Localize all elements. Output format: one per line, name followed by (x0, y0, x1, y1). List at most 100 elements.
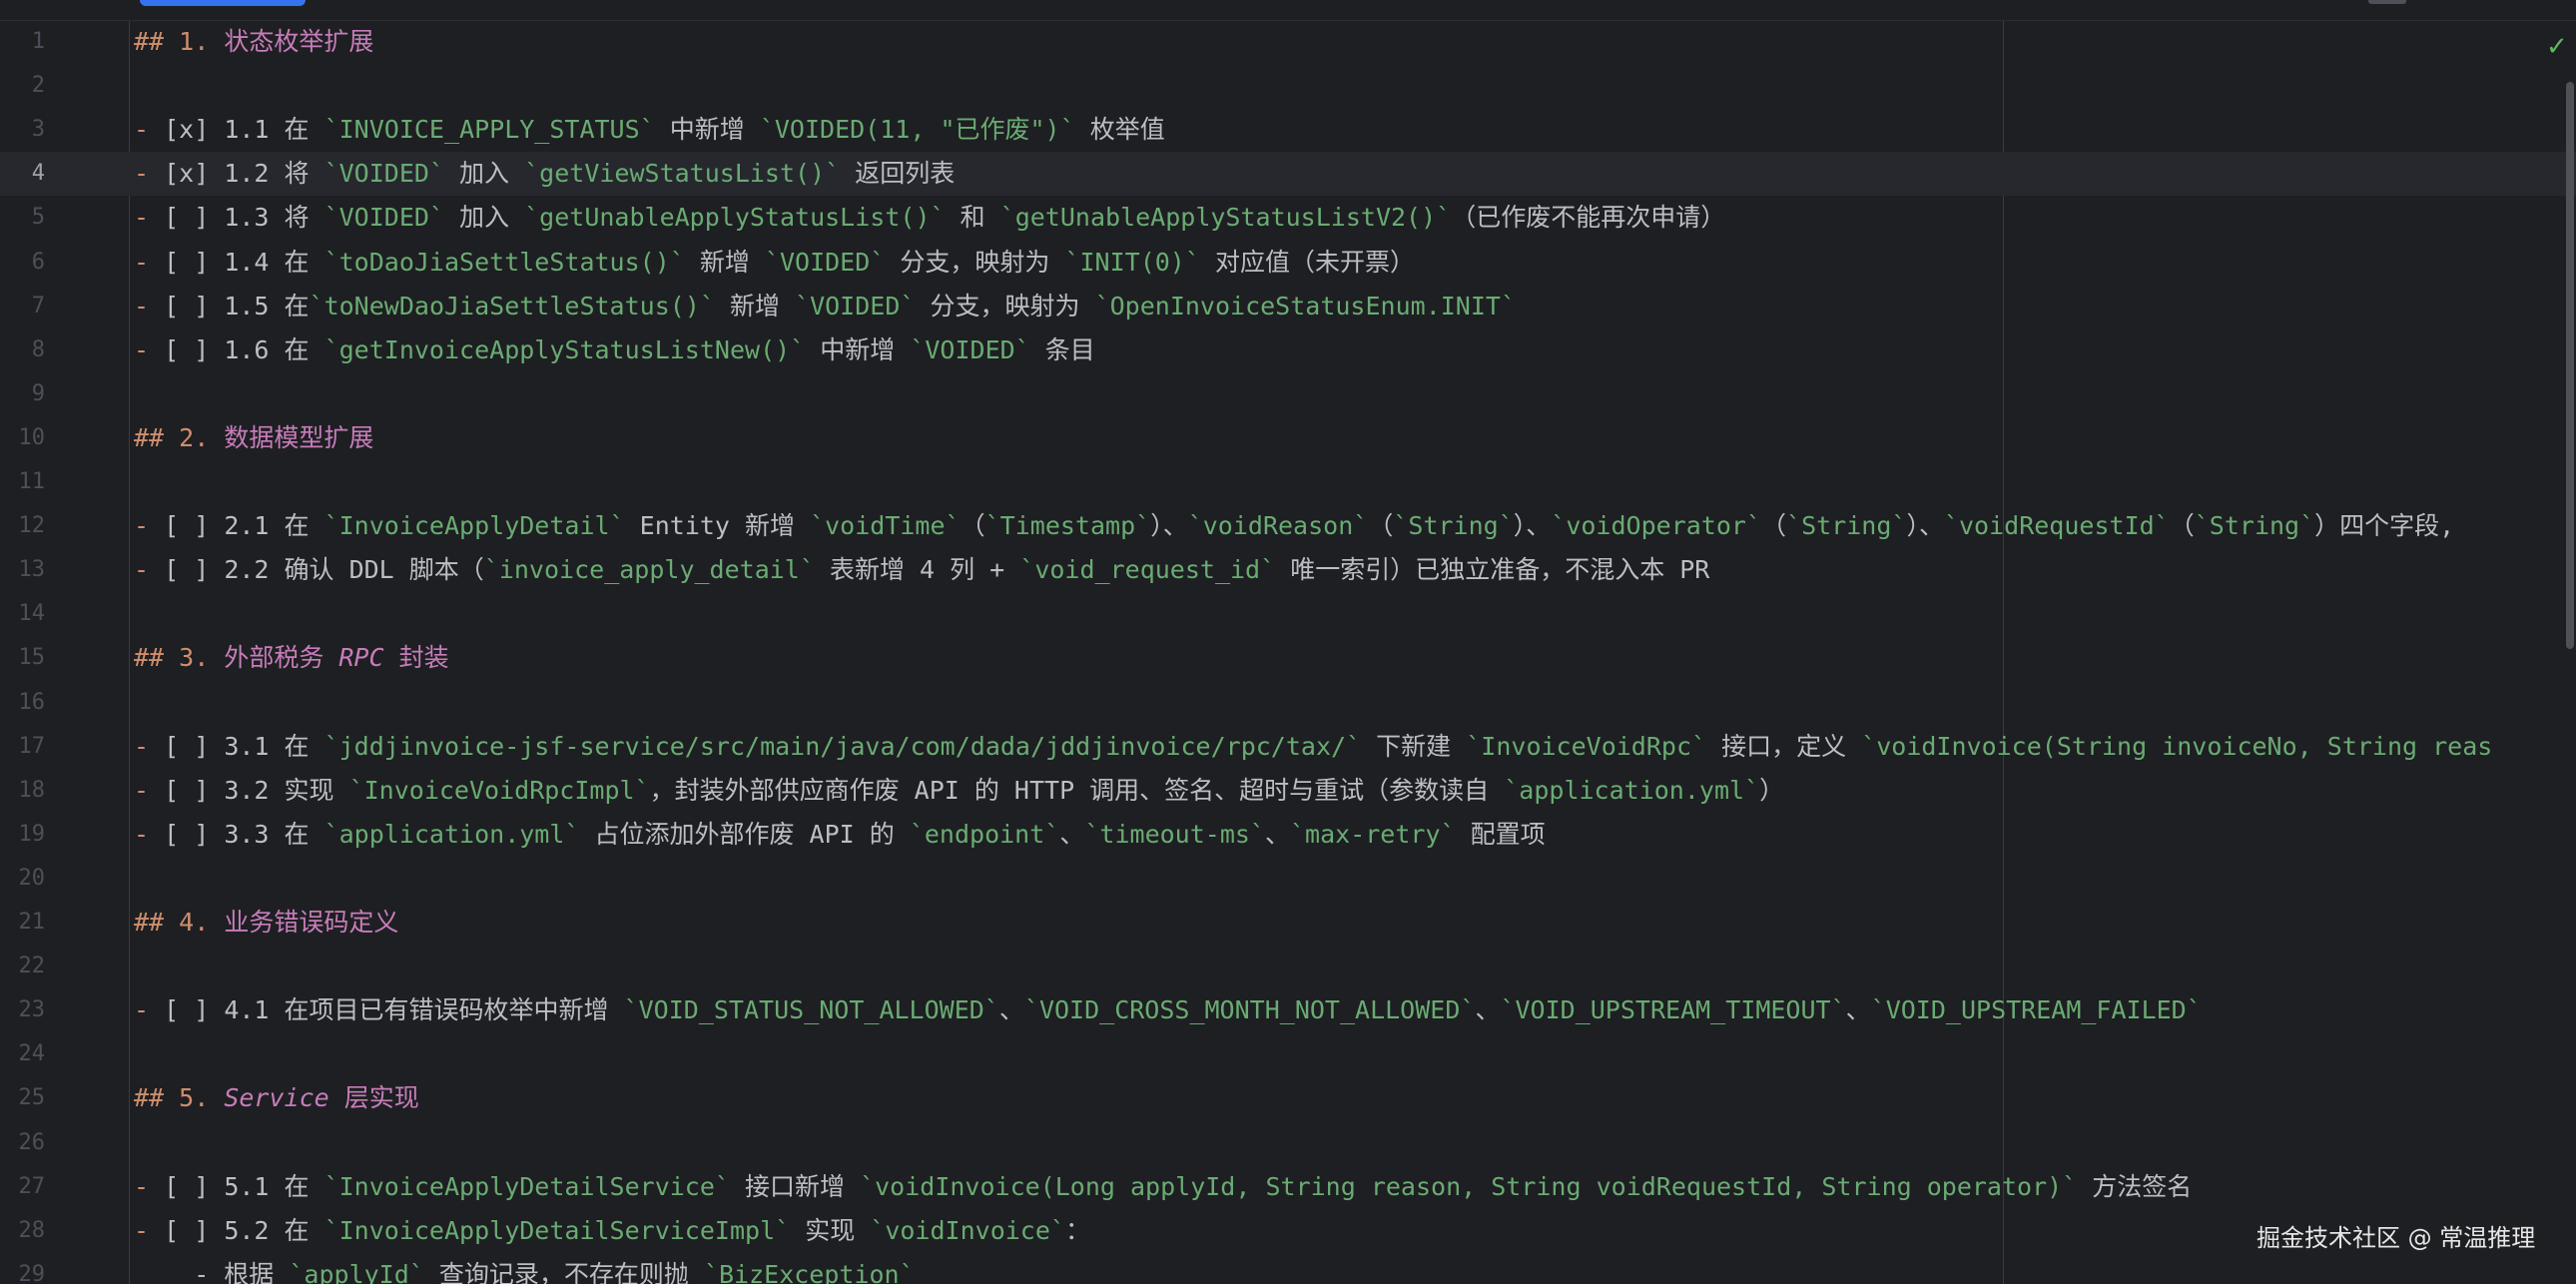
line-number: 3 (31, 117, 45, 143)
watermark: 掘金技术社区 @ 常温推理 (2256, 1224, 2536, 1252)
editor-line[interactable]: 28 - [ ] 5.2 在 `InvoiceApplyDetailService… (0, 1209, 2576, 1253)
text-token: [ ] 5.1 在 (164, 1171, 324, 1201)
heading-token: 层实现 (328, 1083, 419, 1113)
editor-line[interactable]: 26 (0, 1121, 2576, 1165)
editor-line[interactable]: 27 - [ ] 5.1 在 `InvoiceApplyDetailService… (0, 1165, 2576, 1209)
line-number: 4 (31, 161, 45, 187)
text-token: [ ] 2.1 在 (164, 511, 324, 541)
vertical-scrollbar[interactable] (2566, 82, 2574, 649)
text-token: ） (1759, 775, 1785, 805)
editor-line[interactable]: 8 - [ ] 1.6 在 `getInvoiceApplyStatusListN… (0, 328, 2576, 372)
line-code[interactable]: - [ ] 2.2 确认 DDL 脚本（`invoice_apply_detai… (134, 548, 1709, 592)
line-number: 17 (18, 733, 46, 759)
line-code[interactable]: ## 4. 业务错误码定义 (134, 901, 398, 945)
line-number: 25 (18, 1085, 46, 1111)
line-code[interactable]: ## 2. 数据模型扩展 (134, 416, 373, 460)
text-token: （已作废不能再次申请） (1451, 203, 1726, 233)
line-number: 14 (18, 601, 46, 627)
text-token: 中新增 (654, 115, 760, 145)
text-token: - (134, 203, 165, 233)
text-token: （ (960, 511, 985, 541)
inline-code-token: `VOID_UPSTREAM_TIMEOUT` (1500, 995, 1846, 1025)
line-code[interactable]: - [ ] 5.2 在 `InvoiceApplyDetailServiceIm… (134, 1209, 1090, 1253)
text-token: [ ] 5.2 在 (164, 1215, 324, 1245)
editor-line[interactable]: 14 (0, 592, 2576, 636)
heading-token: 状态枚举扩展 (224, 27, 374, 56)
text-token: - (134, 159, 165, 189)
line-code[interactable]: - [x] 1.2 将 `VOIDED` 加入 `getViewStatusLi… (134, 152, 955, 196)
inline-code-token: `VOID_CROSS_MONTH_NOT_ALLOWED` (1023, 995, 1476, 1025)
line-code[interactable]: - 根据 `applyId` 查询记录，不存在则抛 `BizException` (134, 1253, 914, 1284)
text-token: [ ] 3.3 在 (164, 819, 324, 849)
line-code[interactable]: - [ ] 1.5 在`toNewDaoJiaSettleStatus()` 新… (134, 285, 1516, 328)
text-token: 加入 (444, 203, 525, 233)
editor-line[interactable]: 4 - [x] 1.2 将 `VOIDED` 加入 `getViewStatusL… (0, 152, 2576, 197)
line-code[interactable]: - [ ] 1.3 将 `VOIDED` 加入 `getUnableApplyS… (134, 196, 1725, 240)
editor-line[interactable]: 23 - [ ] 4.1 在项目已有错误码枚举中新增 `VOID_STATUS_N… (0, 988, 2576, 1032)
editor-line[interactable]: 10 ## 2. 数据模型扩展 (0, 416, 2576, 460)
active-tab-indicator[interactable] (140, 0, 306, 6)
editor-line[interactable]: 2 (0, 64, 2576, 108)
text-token: [ ] 1.3 将 (164, 203, 324, 233)
line-code[interactable]: ## 1. 状态枚举扩展 (134, 20, 373, 64)
editor-line[interactable]: 3 - [x] 1.1 在 `INVOICE_APPLY_STATUS` 中新增 … (0, 108, 2576, 152)
inline-code-token: `voidInvoice(Long applyId, String reason… (860, 1171, 2078, 1201)
text-token: - (134, 731, 165, 761)
editor-line[interactable]: 7 - [ ] 1.5 在`toNewDaoJiaSettleStatus()` … (0, 285, 2576, 328)
line-number: 13 (18, 557, 46, 583)
editor-line[interactable]: 13 - [ ] 2.2 确认 DDL 脚本（`invoice_apply_det… (0, 548, 2576, 592)
text-token: - (134, 247, 165, 277)
editor-line[interactable]: 5 - [ ] 1.3 将 `VOIDED` 加入 `getUnableApply… (0, 196, 2576, 240)
line-code[interactable]: - [ ] 2.1 在 `InvoiceApplyDetail` Entity … (134, 504, 2454, 548)
inline-code-token: `VOIDED` (910, 334, 1030, 364)
editor-line[interactable]: 15 ## 3. 外部税务 RPC 封装 (0, 636, 2576, 680)
line-number: 7 (31, 293, 45, 319)
inline-code-token: `voidOperator` (1551, 511, 1761, 541)
inline-code-token: `toDaoJiaSettleStatus()` (323, 247, 685, 277)
line-code[interactable]: - [ ] 5.1 在 `InvoiceApplyDetailService` … (134, 1165, 2192, 1209)
inline-code-token: `VOIDED` (764, 247, 886, 277)
editor-line[interactable]: 17 - [ ] 3.1 在 `jddjinvoice-jsf-service/s… (0, 725, 2576, 769)
editor-line[interactable]: 12 - [ ] 2.1 在 `InvoiceApplyDetail` Entit… (0, 504, 2576, 548)
line-code[interactable]: - [ ] 3.3 在 `application.yml` 占位添加外部作废 A… (134, 813, 1546, 857)
heading-token: Service (224, 1083, 329, 1113)
editor-line[interactable]: 18 - [ ] 3.2 实现 `InvoiceVoidRpcImpl`，封装外部… (0, 769, 2576, 813)
editor-line[interactable]: 22 (0, 945, 2576, 988)
editor-line[interactable]: 16 (0, 681, 2576, 725)
line-number: 8 (31, 336, 45, 362)
line-code[interactable]: - [ ] 1.4 在 `toDaoJiaSettleStatus()` 新增 … (134, 241, 1415, 285)
line-code[interactable]: - [ ] 3.1 在 `jddjinvoice-jsf-service/src… (134, 725, 2492, 769)
editor-line[interactable]: 24 (0, 1032, 2576, 1076)
line-code[interactable]: - [ ] 1.6 在 `getInvoiceApplyStatusListNe… (134, 328, 1095, 372)
line-number: 11 (18, 469, 46, 494)
text-token: - (134, 819, 165, 849)
heading-token: RPC (338, 643, 384, 673)
line-code[interactable]: - [ ] 3.2 实现 `InvoiceVoidRpcImpl`，封装外部供应… (134, 769, 1784, 813)
heading-token: ## 5. (134, 1083, 225, 1113)
code-editor[interactable]: 1 ## 1. 状态枚举扩展 2 3 - [x] 1.1 在 `INVOICE_APPL… (0, 20, 2576, 1284)
editor-line[interactable]: 21 ## 4. 业务错误码定义 (0, 901, 2576, 945)
line-code[interactable]: - [x] 1.1 在 `INVOICE_APPLY_STATUS` 中新增 `… (134, 108, 1165, 152)
editor-line[interactable]: 25 ## 5. Service 层实现 (0, 1076, 2576, 1120)
editor-line[interactable]: 9 (0, 372, 2576, 416)
inline-code-token: `VOID_STATUS_NOT_ALLOWED` (623, 995, 999, 1025)
editor-line[interactable]: 11 (0, 460, 2576, 504)
line-code[interactable]: ## 5. Service 层实现 (134, 1076, 419, 1120)
line-number: 28 (18, 1217, 46, 1243)
text-token: - (134, 1171, 165, 1201)
inspection-ok-icon[interactable]: ✓ (2546, 32, 2568, 62)
editor-line[interactable]: 1 ## 1. 状态枚举扩展 (0, 20, 2576, 64)
heading-token: 业务错误码定义 (224, 908, 399, 937)
line-code[interactable]: ## 3. 外部税务 RPC 封装 (134, 636, 449, 680)
line-code[interactable]: - [ ] 4.1 在项目已有错误码枚举中新增 `VOID_STATUS_NOT… (134, 988, 2202, 1032)
inline-code-token: `getInvoiceApplyStatusListNew()` (323, 334, 806, 364)
editor-line[interactable]: 29 - 根据 `applyId` 查询记录，不存在则抛 `BizExcepti… (0, 1253, 2576, 1284)
top-right-control[interactable] (2368, 0, 2406, 4)
editor-line[interactable]: 19 - [ ] 3.3 在 `application.yml` 占位添加外部作废… (0, 813, 2576, 857)
line-number: 12 (18, 513, 46, 539)
inline-code-token: `String` (1393, 511, 1514, 541)
editor-line[interactable]: 20 (0, 857, 2576, 901)
editor-line[interactable]: 6 - [ ] 1.4 在 `toDaoJiaSettleStatus()` 新增… (0, 241, 2576, 285)
heading-token: 封装 (383, 643, 449, 673)
line-number: 20 (18, 865, 46, 891)
